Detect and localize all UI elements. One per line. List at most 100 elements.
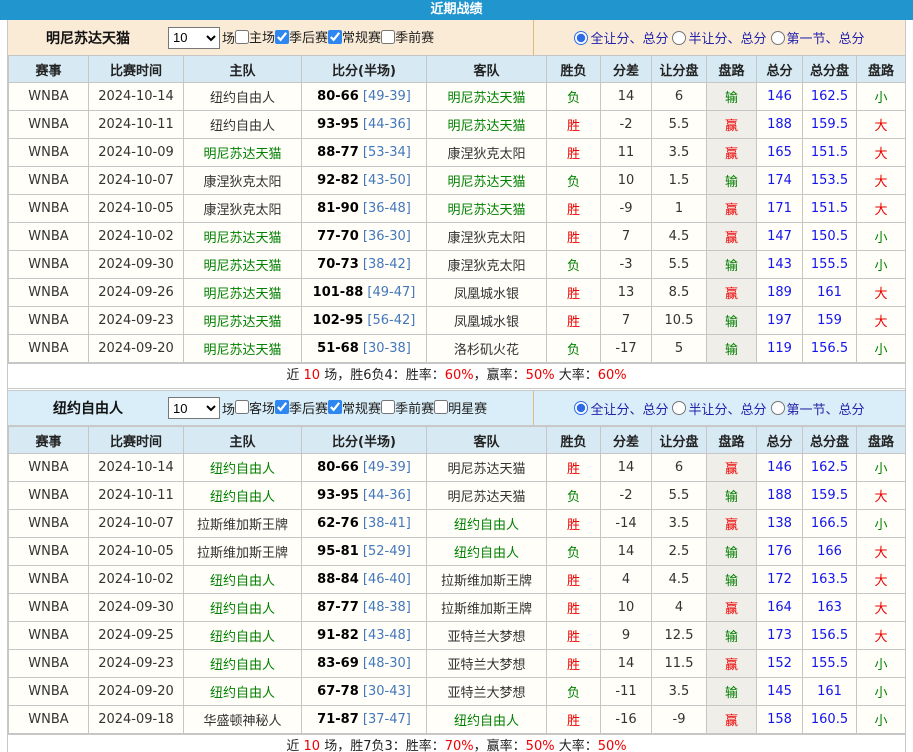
column-header: 分差 bbox=[601, 427, 652, 454]
odds-type-radio-option[interactable]: 半让分、总分 bbox=[672, 28, 766, 47]
odds-type-radio[interactable] bbox=[771, 31, 785, 45]
odds-type-radio[interactable] bbox=[574, 401, 588, 415]
filter-checkbox[interactable] bbox=[434, 400, 448, 414]
handicap-result-cell: 输 bbox=[707, 622, 757, 650]
handicap-result-cell: 赢 bbox=[707, 195, 757, 223]
away-team-cell: 纽约自由人 bbox=[427, 706, 547, 734]
date-cell: 2024-09-30 bbox=[89, 251, 184, 279]
odds-type-radio-option[interactable]: 第一节、总分 bbox=[771, 399, 865, 418]
team-filter-bar-minnesota: 明尼苏达天猫 10 场 主场季后赛常规赛季前赛 全让分、总分半让分、总分第一节、… bbox=[8, 20, 905, 55]
over-under-cell: 小 bbox=[857, 83, 906, 111]
win-lose-cell: 胜 bbox=[547, 454, 601, 482]
score-cell: 93-95 [44-36] bbox=[302, 482, 427, 510]
column-header: 让分盘 bbox=[652, 427, 707, 454]
odds-type-radio-group: 全让分、总分半让分、总分第一节、总分 bbox=[534, 399, 905, 418]
filter-checkbox-option[interactable]: 季后赛 bbox=[275, 398, 328, 417]
away-team-cell: 亚特兰大梦想 bbox=[427, 678, 547, 706]
filter-checkbox[interactable] bbox=[381, 400, 395, 414]
away-team-cell: 凤凰城水银 bbox=[427, 279, 547, 307]
handicap-result-cell: 赢 bbox=[707, 111, 757, 139]
odds-type-radio[interactable] bbox=[672, 401, 686, 415]
filter-checkbox-option[interactable]: 客场 bbox=[235, 398, 275, 417]
league-cell: WNBA bbox=[9, 279, 89, 307]
total-points-cell: 145 bbox=[757, 678, 803, 706]
league-cell: WNBA bbox=[9, 454, 89, 482]
away-team-cell: 亚特兰大梦想 bbox=[427, 622, 547, 650]
odds-type-radio-option[interactable]: 全让分、总分 bbox=[574, 399, 668, 418]
filter-checkbox[interactable] bbox=[328, 400, 342, 414]
summary-text: 场，胜6负4：胜率： bbox=[320, 368, 445, 383]
total-points-cell: 143 bbox=[757, 251, 803, 279]
total-points-cell: 197 bbox=[757, 307, 803, 335]
home-team-cell: 纽约自由人 bbox=[184, 83, 302, 111]
summary-text: 50% bbox=[598, 739, 627, 752]
point-diff-cell: -2 bbox=[601, 482, 652, 510]
filter-checkbox[interactable] bbox=[235, 400, 249, 414]
table-header-row: 赛事比赛时间主队比分(半场)客队胜负分差让分盘盘路总分总分盘盘路 bbox=[9, 56, 906, 83]
win-lose-cell: 胜 bbox=[547, 622, 601, 650]
summary-text: 70% bbox=[445, 739, 474, 752]
filter-checkbox-option[interactable]: 常规赛 bbox=[328, 398, 381, 417]
filter-checkbox[interactable] bbox=[381, 30, 395, 44]
home-team-cell: 明尼苏达天猫 bbox=[184, 139, 302, 167]
league-cell: WNBA bbox=[9, 223, 89, 251]
match-row: WNBA2024-10-05康涅狄克太阳81-90 [36-48]明尼苏达天猫胜… bbox=[9, 195, 906, 223]
home-team-cell: 纽约自由人 bbox=[184, 594, 302, 622]
away-team-cell: 明尼苏达天猫 bbox=[427, 83, 547, 111]
league-cell: WNBA bbox=[9, 622, 89, 650]
date-cell: 2024-10-09 bbox=[89, 139, 184, 167]
results-table-liberty: 赛事比赛时间主队比分(半场)客队胜负分差让分盘盘路总分总分盘盘路 WNBA202… bbox=[8, 426, 906, 734]
over-under-cell: 大 bbox=[857, 167, 906, 195]
total-line-cell: 161 bbox=[803, 279, 857, 307]
total-line-cell: 151.5 bbox=[803, 139, 857, 167]
match-row: WNBA2024-09-30纽约自由人87-77 [48-38]拉斯维加斯王牌胜… bbox=[9, 594, 906, 622]
filter-checkbox[interactable] bbox=[328, 30, 342, 44]
total-line-cell: 163 bbox=[803, 594, 857, 622]
point-diff-cell: -9 bbox=[601, 195, 652, 223]
odds-type-radio[interactable] bbox=[771, 401, 785, 415]
column-header: 总分 bbox=[757, 427, 803, 454]
total-points-cell: 119 bbox=[757, 335, 803, 363]
odds-type-radio-option[interactable]: 第一节、总分 bbox=[771, 28, 865, 47]
handicap-result-cell: 赢 bbox=[707, 223, 757, 251]
filter-checkbox-option[interactable]: 常规赛 bbox=[328, 27, 381, 46]
league-cell: WNBA bbox=[9, 650, 89, 678]
odds-type-radio-option[interactable]: 半让分、总分 bbox=[672, 399, 766, 418]
filter-checkbox-option[interactable]: 明星赛 bbox=[434, 398, 487, 417]
away-team-cell: 拉斯维加斯王牌 bbox=[427, 566, 547, 594]
filter-checkbox-option[interactable]: 季后赛 bbox=[275, 27, 328, 46]
filter-checkbox[interactable] bbox=[275, 400, 289, 414]
win-lose-cell: 胜 bbox=[547, 307, 601, 335]
match-row: WNBA2024-09-20明尼苏达天猫51-68 [30-38]洛杉矶火花负-… bbox=[9, 335, 906, 363]
score-cell: 88-84 [46-40] bbox=[302, 566, 427, 594]
odds-type-radio[interactable] bbox=[672, 31, 686, 45]
total-line-cell: 159.5 bbox=[803, 482, 857, 510]
filter-checkbox-label: 季后赛 bbox=[289, 27, 328, 46]
column-header: 客队 bbox=[427, 427, 547, 454]
win-lose-cell: 负 bbox=[547, 538, 601, 566]
filter-checkbox-option[interactable]: 季前赛 bbox=[381, 398, 434, 417]
games-count-select[interactable]: 10 bbox=[168, 397, 220, 419]
filter-checkbox[interactable] bbox=[275, 30, 289, 44]
over-under-cell: 小 bbox=[857, 706, 906, 734]
total-line-cell: 159 bbox=[803, 307, 857, 335]
win-lose-cell: 胜 bbox=[547, 510, 601, 538]
total-line-cell: 159.5 bbox=[803, 111, 857, 139]
games-count-select[interactable]: 10 bbox=[168, 27, 220, 49]
odds-type-radio-option[interactable]: 全让分、总分 bbox=[574, 28, 668, 47]
odds-type-radio[interactable] bbox=[574, 31, 588, 45]
win-lose-cell: 胜 bbox=[547, 594, 601, 622]
column-header: 比赛时间 bbox=[89, 427, 184, 454]
column-header: 盘路 bbox=[707, 427, 757, 454]
score-cell: 101-88 [49-47] bbox=[302, 279, 427, 307]
date-cell: 2024-09-18 bbox=[89, 706, 184, 734]
filter-checkbox-option[interactable]: 主场 bbox=[235, 27, 275, 46]
match-row: WNBA2024-10-11纽约自由人93-95 [44-36]明尼苏达天猫负-… bbox=[9, 482, 906, 510]
filter-checkbox[interactable] bbox=[235, 30, 249, 44]
page-title: 近期战绩 bbox=[0, 0, 913, 20]
win-lose-cell: 负 bbox=[547, 678, 601, 706]
handicap-result-cell: 赢 bbox=[707, 139, 757, 167]
point-diff-cell: 10 bbox=[601, 167, 652, 195]
filter-checkbox-option[interactable]: 季前赛 bbox=[381, 27, 434, 46]
point-diff-cell: 7 bbox=[601, 307, 652, 335]
